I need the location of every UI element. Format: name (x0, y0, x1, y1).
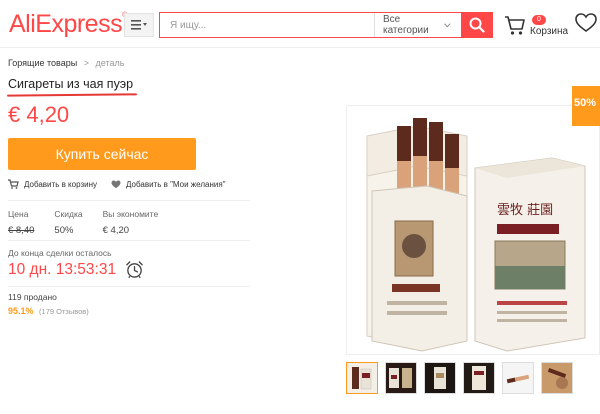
add-to-cart-label: Добавить в корзину (24, 179, 98, 189)
breadcrumb-current: деталь (95, 58, 125, 68)
add-to-wishlist-link[interactable]: Добавить в "Мои желания" (111, 179, 226, 189)
stat-savings: Вы экономите € 4,20 (103, 209, 159, 236)
deal-countdown: 10 дн. 13:53:31 (8, 261, 117, 278)
product-main-image[interactable]: 雲牧 莊園 (346, 105, 600, 355)
sold-count: 119 продано (8, 292, 57, 302)
svg-text:雲牧 莊園: 雲牧 莊園 (497, 203, 553, 218)
stat-price-label: Цена (8, 209, 29, 219)
savings-value: € 4,20 (102, 225, 130, 236)
discount-value: 50% (54, 225, 74, 236)
header: AliExpress® Все категории 0 Корзина (0, 0, 600, 48)
add-to-cart-link[interactable]: Добавить в корзину (8, 179, 97, 189)
review-count: (179 Отзывов) (39, 307, 89, 316)
cart-label: Корзина (530, 26, 569, 37)
product-actions: Добавить в корзину Добавить в "Мои желан… (8, 179, 240, 189)
thumbnail-image (386, 363, 416, 393)
original-price: € 8,40 (8, 225, 35, 236)
wishlist-button[interactable] (575, 13, 597, 38)
product-price: € 4,20 (8, 102, 70, 127)
breadcrumb-hot-deals[interactable]: Горящие товары (8, 58, 77, 68)
thumbnail[interactable] (424, 362, 456, 394)
discount-badge: 50% (572, 86, 600, 126)
heart-icon (575, 13, 597, 32)
heart-icon (111, 179, 121, 188)
thumbnail[interactable] (502, 362, 534, 394)
rating[interactable]: 95.1% (179 Отзывов) (8, 306, 89, 316)
cart-count-badge: 0 (532, 15, 546, 25)
product-title: Сигареты из чая пуэр (8, 77, 134, 91)
search-icon (469, 17, 485, 33)
thumbnail-image (425, 363, 455, 393)
cart-button[interactable]: 0 Корзина (504, 12, 569, 40)
divider (8, 286, 250, 287)
chevron-down-icon (444, 22, 451, 27)
thumbnail-image (464, 363, 494, 393)
thumbnail[interactable] (463, 362, 495, 394)
thumbnail-image (503, 363, 533, 393)
stat-savings-label: Вы экономите (102, 209, 159, 219)
thumbnail[interactable] (346, 362, 378, 394)
category-select-label: Все категории (383, 14, 429, 36)
thumbnail-image (542, 363, 572, 393)
cart-icon (505, 16, 525, 35)
red-underline-annotation (6, 93, 138, 97)
thumbnail[interactable] (385, 362, 417, 394)
category-select[interactable]: Все категории (374, 13, 461, 37)
thumbnail-image (347, 363, 377, 393)
add-to-wishlist-label: Добавить в "Мои желания" (126, 179, 226, 189)
stat-discount-label: Скидка (54, 209, 83, 219)
thumbnail-strip (346, 362, 580, 394)
categories-menu-button[interactable] (124, 13, 154, 37)
price-stats: Цена € 8,40 Скидка 50% Вы экономите € 4,… (8, 209, 178, 236)
breadcrumb-separator: > (83, 58, 89, 68)
product-photo: 雲牧 莊園 (366, 118, 586, 352)
breadcrumb: Горящие товары > деталь (8, 58, 124, 68)
cart-icon (8, 179, 19, 189)
divider (8, 240, 250, 241)
thumbnail[interactable] (541, 362, 573, 394)
aliexpress-logo[interactable]: AliExpress® (9, 10, 127, 39)
menu-icon (131, 20, 147, 30)
rating-percent: 95.1% (8, 306, 34, 316)
discount-badge-label: 50% (574, 97, 597, 109)
divider (8, 200, 250, 201)
buy-now-button[interactable]: Купить сейчас (8, 138, 196, 170)
alarm-clock-icon (126, 261, 143, 279)
search-button[interactable] (461, 12, 493, 38)
stat-price: Цена € 8,40 (8, 209, 34, 236)
search-bar: Все категории (159, 12, 461, 38)
search-input[interactable] (160, 13, 374, 37)
stat-discount: Скидка 50% (54, 209, 82, 236)
deal-ends-label: До конца сделки осталось (8, 248, 112, 258)
